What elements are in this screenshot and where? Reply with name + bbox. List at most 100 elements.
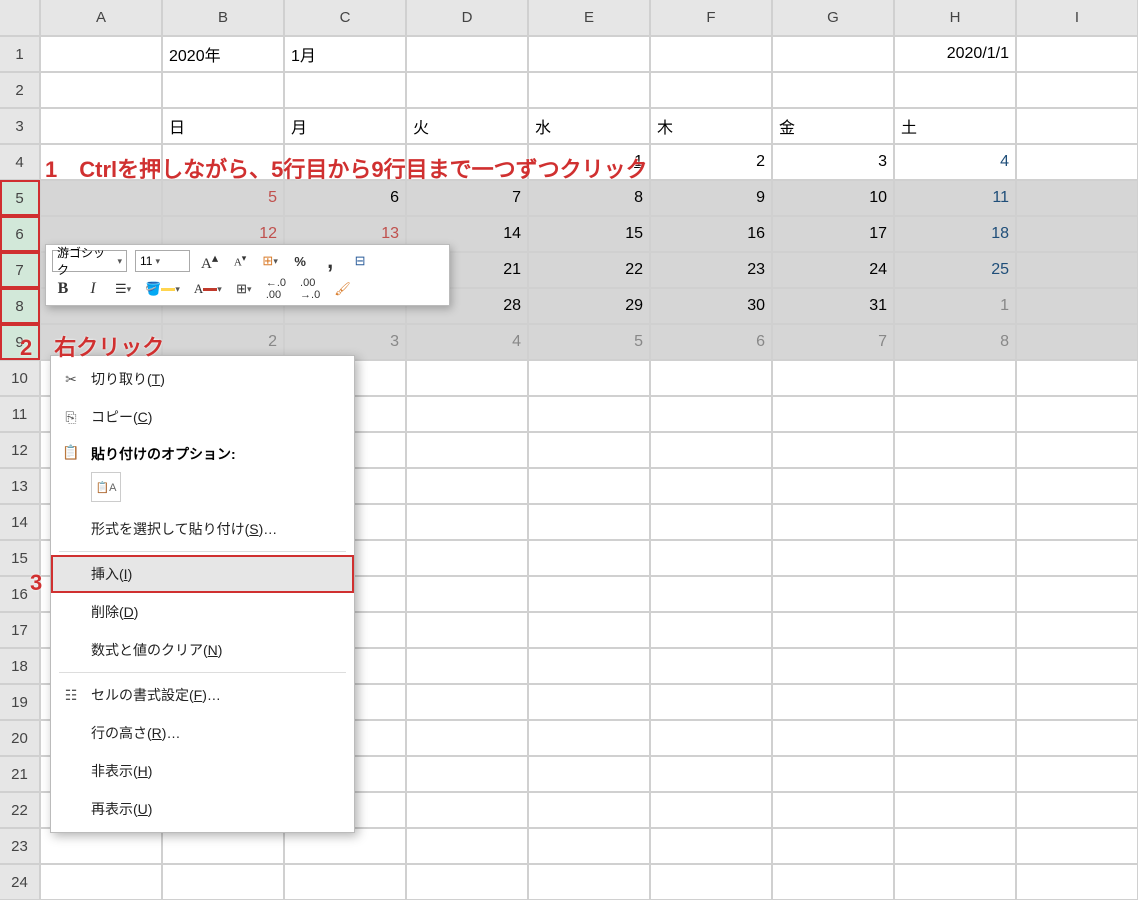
accounting-format-button[interactable]: ⊞▾: [259, 249, 281, 273]
cell-F8[interactable]: 30: [650, 288, 772, 324]
cell-D1[interactable]: [406, 36, 528, 72]
col-header-E[interactable]: E: [528, 0, 650, 36]
cell-E1[interactable]: [528, 36, 650, 72]
increase-decimal-button[interactable]: ←.0.00: [263, 277, 289, 301]
cell-E2[interactable]: [528, 72, 650, 108]
cell-B2[interactable]: [162, 72, 284, 108]
font-size-combo[interactable]: 11 ▾: [135, 250, 190, 272]
cell-A1[interactable]: [40, 36, 162, 72]
italic-button[interactable]: I: [82, 277, 104, 301]
cell-H1[interactable]: 2020/1/1: [894, 36, 1016, 72]
row-header-1[interactable]: 1: [0, 36, 40, 72]
cell-I2[interactable]: [1016, 72, 1138, 108]
row-header-8[interactable]: 8: [0, 288, 40, 324]
col-header-F[interactable]: F: [650, 0, 772, 36]
cell-E6[interactable]: 15: [528, 216, 650, 252]
cell-G2[interactable]: [772, 72, 894, 108]
borders-dropdown-button[interactable]: ⊞▾: [233, 277, 255, 301]
cell-I7[interactable]: [1016, 252, 1138, 288]
cell-F2[interactable]: [650, 72, 772, 108]
menu-insert[interactable]: 挿入(I): [51, 555, 354, 593]
row-header-14[interactable]: 14: [0, 504, 40, 540]
paste-option-default[interactable]: 📋A: [91, 472, 121, 502]
cell-F5[interactable]: 9: [650, 180, 772, 216]
cell-H3[interactable]: 土: [894, 108, 1016, 144]
menu-delete[interactable]: 削除(D): [51, 593, 354, 631]
percent-style-button[interactable]: %: [289, 249, 311, 273]
select-all-corner[interactable]: [0, 0, 40, 36]
cell-A5[interactable]: [40, 180, 162, 216]
col-header-A[interactable]: A: [40, 0, 162, 36]
cell-E9[interactable]: 5: [528, 324, 650, 360]
cell-G3[interactable]: 金: [772, 108, 894, 144]
cell-B1[interactable]: 2020年: [162, 36, 284, 72]
cell-F1[interactable]: [650, 36, 772, 72]
cell-G5[interactable]: 10: [772, 180, 894, 216]
row-header-4[interactable]: 4: [0, 144, 40, 180]
cell-C1[interactable]: 1月: [284, 36, 406, 72]
cell-I8[interactable]: [1016, 288, 1138, 324]
cell-E3[interactable]: 水: [528, 108, 650, 144]
fill-color-button[interactable]: 🪣▾: [142, 277, 183, 301]
cell-I6[interactable]: [1016, 216, 1138, 252]
cell-A3[interactable]: [40, 108, 162, 144]
font-name-combo[interactable]: 游ゴシック ▾: [52, 250, 127, 272]
row-header-21[interactable]: 21: [0, 756, 40, 792]
col-header-C[interactable]: C: [284, 0, 406, 36]
row-header-7[interactable]: 7: [0, 252, 40, 288]
format-painter-button[interactable]: 🖌: [331, 277, 354, 301]
decrease-decimal-button[interactable]: .00→.0: [297, 277, 323, 301]
col-header-G[interactable]: G: [772, 0, 894, 36]
comma-style-button[interactable]: ,: [319, 249, 341, 273]
menu-clear-contents[interactable]: 数式と値のクリア(N): [51, 631, 354, 669]
row-header-3[interactable]: 3: [0, 108, 40, 144]
cell-B3[interactable]: 日: [162, 108, 284, 144]
row-header-24[interactable]: 24: [0, 864, 40, 900]
shrink-font-button[interactable]: A▾: [229, 249, 251, 273]
row-header-19[interactable]: 19: [0, 684, 40, 720]
row-header-6[interactable]: 6: [0, 216, 40, 252]
cell-G7[interactable]: 24: [772, 252, 894, 288]
cell-F7[interactable]: 23: [650, 252, 772, 288]
row-header-2[interactable]: 2: [0, 72, 40, 108]
cell-H4[interactable]: 4: [894, 144, 1016, 180]
cell-A2[interactable]: [40, 72, 162, 108]
cell-E8[interactable]: 29: [528, 288, 650, 324]
row-header-11[interactable]: 11: [0, 396, 40, 432]
cell-D5[interactable]: 7: [406, 180, 528, 216]
menu-hide[interactable]: 非表示(H): [51, 752, 354, 790]
col-header-I[interactable]: I: [1016, 0, 1138, 36]
cell-G8[interactable]: 31: [772, 288, 894, 324]
cell-F9[interactable]: 6: [650, 324, 772, 360]
menu-copy[interactable]: ⎘ コピー(C): [51, 398, 354, 436]
row-header-12[interactable]: 12: [0, 432, 40, 468]
cell-F4[interactable]: 2: [650, 144, 772, 180]
cell-H7[interactable]: 25: [894, 252, 1016, 288]
cell-H2[interactable]: [894, 72, 1016, 108]
menu-unhide[interactable]: 再表示(U): [51, 790, 354, 828]
cell-I1[interactable]: [1016, 36, 1138, 72]
cell-I4[interactable]: [1016, 144, 1138, 180]
col-header-D[interactable]: D: [406, 0, 528, 36]
grow-font-button[interactable]: A▴: [198, 249, 221, 273]
menu-paste-special[interactable]: 形式を選択して貼り付け(S)…: [51, 510, 354, 548]
menu-format-cells[interactable]: ☷ セルの書式設定(F)…: [51, 676, 354, 714]
cell-H9[interactable]: 8: [894, 324, 1016, 360]
row-header-18[interactable]: 18: [0, 648, 40, 684]
row-header-10[interactable]: 10: [0, 360, 40, 396]
cell-F6[interactable]: 16: [650, 216, 772, 252]
cell-B5[interactable]: 5: [162, 180, 284, 216]
cell-E5[interactable]: 8: [528, 180, 650, 216]
col-header-B[interactable]: B: [162, 0, 284, 36]
cell-F3[interactable]: 木: [650, 108, 772, 144]
cell-G9[interactable]: 7: [772, 324, 894, 360]
cell-D9[interactable]: 4: [406, 324, 528, 360]
cell-I3[interactable]: [1016, 108, 1138, 144]
row-header-23[interactable]: 23: [0, 828, 40, 864]
row-header-22[interactable]: 22: [0, 792, 40, 828]
cell-G4[interactable]: 3: [772, 144, 894, 180]
font-color-button[interactable]: A▾: [191, 277, 225, 301]
merge-center-button[interactable]: ⊟: [349, 249, 371, 273]
row-header-17[interactable]: 17: [0, 612, 40, 648]
cell-E7[interactable]: 22: [528, 252, 650, 288]
